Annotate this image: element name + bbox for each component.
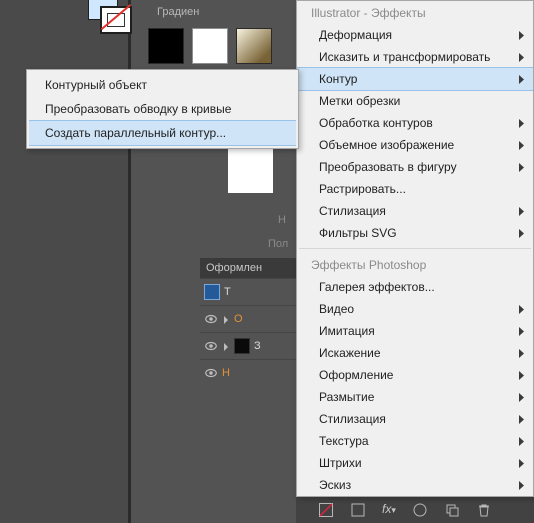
menu-item[interactable]: Стилизация (297, 200, 533, 222)
clear-appearance-icon[interactable] (350, 502, 366, 518)
appearance-row[interactable]: О (200, 305, 296, 332)
chevron-right-icon (518, 459, 525, 468)
chevron-right-icon (222, 315, 230, 323)
menu-item-label: Штрихи (319, 455, 362, 471)
chevron-right-icon (518, 481, 525, 490)
swatch-black[interactable] (148, 28, 184, 64)
stroke-chip-icon (234, 338, 250, 354)
menu-item[interactable]: Фильтры SVG (297, 222, 533, 244)
preview-swatch (228, 148, 273, 193)
fill-chip-icon (204, 284, 220, 300)
menu-item-label: Искажение (319, 345, 381, 361)
menu-item[interactable]: Растрировать... (297, 178, 533, 200)
menu-item[interactable]: Оформление (297, 364, 533, 386)
appearance-row-label: О (234, 313, 243, 325)
menu-item-label: Растрировать... (319, 181, 406, 197)
menu-item[interactable]: Исказить и трансформировать (297, 46, 533, 68)
effects-context-menu: Illustrator - Эффекты Деформация Исказить… (296, 0, 534, 497)
menu-item[interactable]: Метки обрезки (297, 90, 533, 112)
eye-icon[interactable] (204, 366, 218, 380)
chevron-right-icon (518, 349, 525, 358)
menu-item-label: Деформация (319, 27, 392, 43)
menu-item[interactable]: Текстура (297, 430, 533, 452)
swatch-white[interactable] (192, 28, 228, 64)
menu-item-label: Преобразовать в фигуру (319, 159, 457, 175)
appearance-panel: Оформлен Т О З Н (200, 258, 296, 438)
chevron-right-icon (518, 31, 525, 40)
menu-item-label: Видео (319, 301, 354, 317)
menu-item-label: Эскиз (319, 477, 351, 493)
menu-item[interactable]: Видео (297, 298, 533, 320)
appearance-row[interactable]: Т (200, 278, 296, 305)
chevron-right-icon (518, 371, 525, 380)
menu-item[interactable]: Обработка контуров (297, 112, 533, 134)
chevron-right-icon (518, 305, 525, 314)
panel-text-pol: Пол (268, 238, 288, 250)
eye-icon[interactable] (204, 339, 218, 353)
appearance-row-label: Т (224, 286, 231, 298)
appearance-toolbar: fx▾ (296, 495, 534, 523)
chevron-right-icon (518, 141, 525, 150)
chevron-right-icon (518, 437, 525, 446)
chevron-right-icon (518, 53, 525, 62)
appearance-row-label: Н (222, 367, 230, 379)
gradient-panel-label: Градиен (157, 6, 199, 18)
menu-item-label: Имитация (319, 323, 375, 339)
menu-item-label: Галерея эффектов... (319, 279, 435, 295)
menu-item-label: Стилизация (319, 203, 386, 219)
menu-item-label: Метки обрезки (319, 93, 400, 109)
chevron-right-icon (518, 415, 525, 424)
chevron-right-icon (518, 119, 525, 128)
chevron-right-icon (518, 327, 525, 336)
no-fill-icon[interactable] (318, 502, 334, 518)
menu-item-label: Контур (319, 71, 357, 87)
menu-item-label: Стилизация (319, 411, 386, 427)
submenu-item[interactable]: Создать параллельный контур... (29, 120, 296, 146)
menu-item-label: Обработка контуров (319, 115, 433, 131)
contour-submenu: Контурный объектПреобразовать обводку в … (26, 69, 299, 149)
appearance-row[interactable]: Н (200, 359, 296, 386)
menu-item[interactable]: Стилизация (297, 408, 533, 430)
menu-item[interactable]: Галерея эффектов... (297, 276, 533, 298)
menu-item[interactable]: Контур (297, 67, 533, 91)
chevron-right-icon (518, 207, 525, 216)
menu-item[interactable]: Эскиз (297, 474, 533, 496)
menu-item-label: Исказить и трансформировать (319, 49, 490, 65)
fx-icon[interactable]: fx▾ (382, 502, 396, 518)
chevron-right-icon (518, 229, 525, 238)
appearance-header[interactable]: Оформлен (200, 258, 296, 278)
menu-item[interactable]: Объемное изображение (297, 134, 533, 156)
chevron-right-icon (518, 163, 525, 172)
menu-item-label: Объемное изображение (319, 137, 454, 153)
duplicate-icon[interactable] (444, 502, 460, 518)
menu-item[interactable]: Штрихи (297, 452, 533, 474)
chevron-right-icon (518, 393, 525, 402)
menu-item[interactable]: Преобразовать в фигуру (297, 156, 533, 178)
menu-item-label: Оформление (319, 367, 393, 383)
chevron-right-icon (518, 75, 525, 84)
menu-section-title: Эффекты Photoshop (297, 253, 533, 276)
submenu-item[interactable]: Контурный объект (29, 73, 296, 97)
opacity-icon[interactable] (412, 502, 428, 518)
menu-section-title: Illustrator - Эффекты (297, 1, 533, 24)
swatch-row (148, 28, 272, 64)
menu-item[interactable]: Искажение (297, 342, 533, 364)
menu-item[interactable]: Размытие (297, 386, 533, 408)
menu-item-label: Фильтры SVG (319, 225, 397, 241)
menu-item[interactable]: Деформация (297, 24, 533, 46)
panel-text-n: Н (278, 214, 286, 226)
submenu-item[interactable]: Преобразовать обводку в кривые (29, 97, 296, 121)
appearance-row-label: З (254, 340, 261, 352)
menu-item-label: Размытие (319, 389, 374, 405)
fill-stroke-control[interactable] (88, 0, 132, 30)
trash-icon[interactable] (476, 502, 492, 518)
chevron-right-icon (222, 342, 230, 350)
swatch-gradient[interactable] (236, 28, 272, 64)
eye-icon[interactable] (204, 312, 218, 326)
appearance-row[interactable]: З (200, 332, 296, 359)
menu-item[interactable]: Имитация (297, 320, 533, 342)
menu-item-label: Текстура (319, 433, 369, 449)
